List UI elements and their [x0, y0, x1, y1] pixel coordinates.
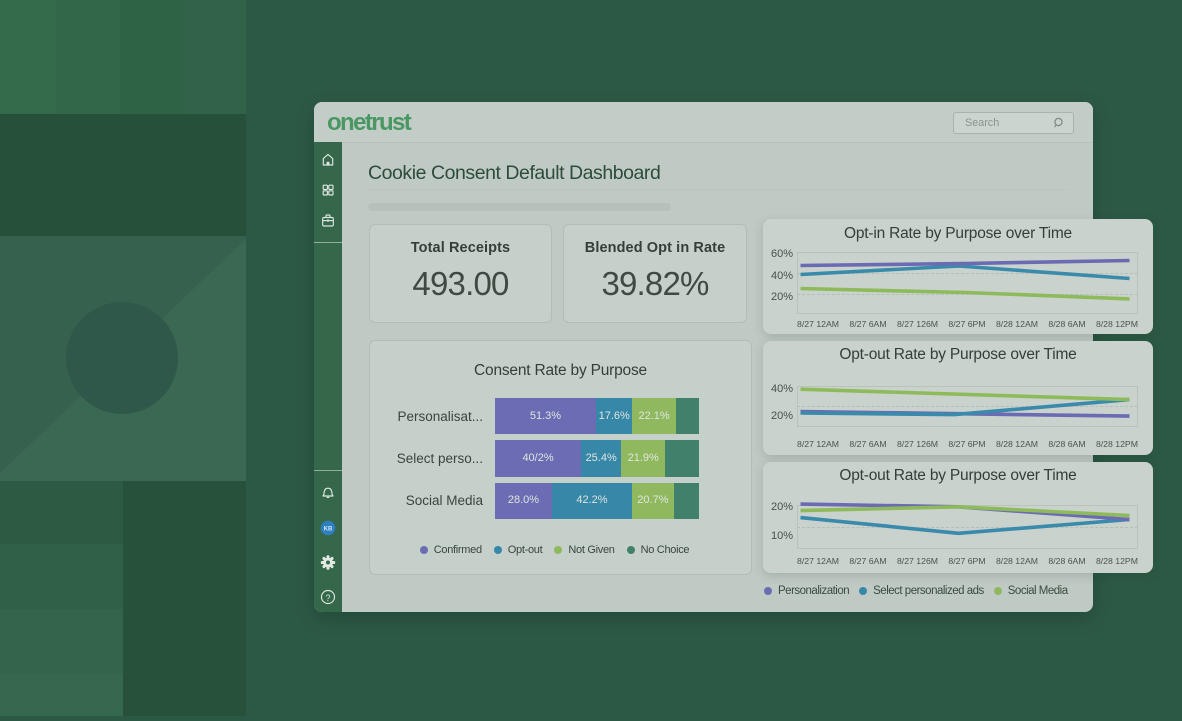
- svg-text:KB: KB: [324, 526, 333, 532]
- svg-text:?: ?: [325, 593, 330, 603]
